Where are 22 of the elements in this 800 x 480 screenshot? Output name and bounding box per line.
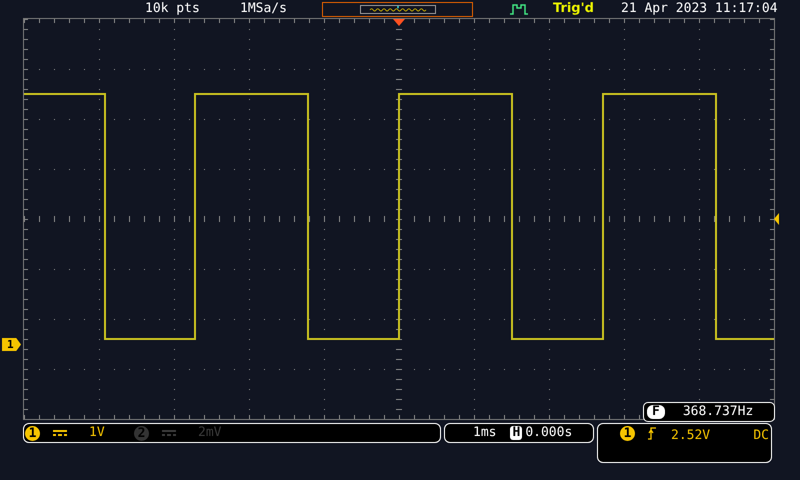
pulse-icon bbox=[509, 3, 529, 15]
trigger-coupling: DC bbox=[753, 427, 769, 445]
trigger-position-icon bbox=[393, 19, 405, 26]
rising-edge-icon bbox=[647, 427, 657, 440]
volts-per-division: 1V bbox=[89, 424, 105, 442]
date-time: 21 Apr 2023 11:17:04 bbox=[621, 0, 778, 18]
dc-coupling-icon bbox=[53, 429, 67, 437]
frequency-value: 368.737Hz bbox=[682, 403, 754, 422]
dc-coupling-icon bbox=[162, 429, 176, 437]
volts-per-division: 2mV bbox=[198, 424, 222, 442]
horizontal-position: 0.000s bbox=[525, 424, 572, 442]
trigger-level-icon bbox=[774, 213, 779, 225]
trigger-status: Trig'd bbox=[553, 0, 595, 18]
trigger-source: 1 bbox=[620, 426, 635, 441]
channel-marker: 1 bbox=[2, 338, 21, 351]
horizontal-position-label: H bbox=[510, 426, 522, 440]
frequency-label: F bbox=[647, 405, 665, 419]
time-per-division: 1ms bbox=[473, 424, 496, 442]
record-length: 10k pts bbox=[145, 0, 201, 18]
trigger-level: 2.52V bbox=[671, 427, 710, 445]
channel-number: 1 bbox=[25, 426, 40, 440]
sample-rate: 1MSa/s bbox=[240, 0, 288, 18]
